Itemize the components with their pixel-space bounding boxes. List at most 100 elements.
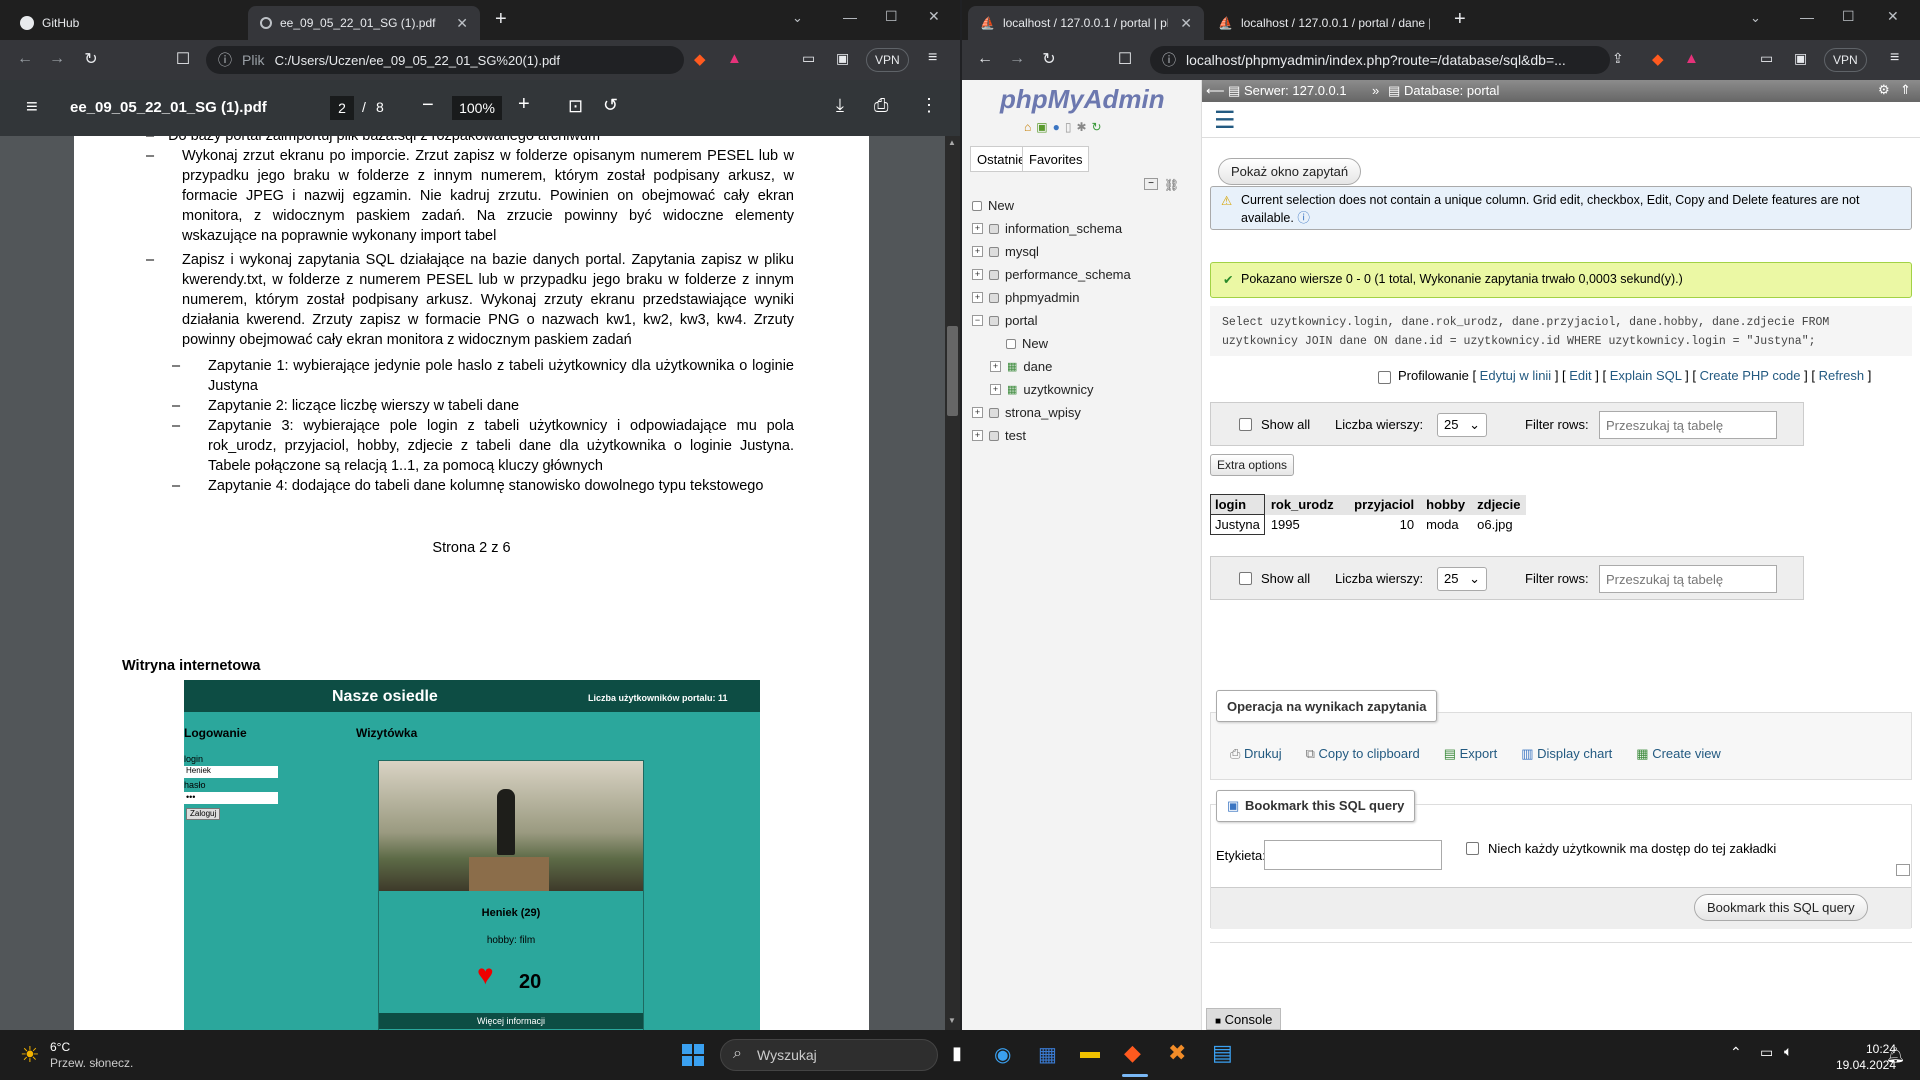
show-query-box-button[interactable]: Pokaż okno zapytań xyxy=(1218,158,1362,185)
bookmark-query-button[interactable]: Bookmark this SQL query xyxy=(1694,894,1868,921)
tab-pdf[interactable]: ee_09_05_22_01_SG (1).pdf ✕ xyxy=(248,6,480,40)
filter-rows-input[interactable]: Przeszukaj tą tabelę xyxy=(1599,411,1777,439)
tray-chevron-up-icon[interactable]: ⌃ xyxy=(1730,1044,1742,1061)
xampp-icon[interactable]: ✖ xyxy=(1168,1040,1186,1066)
weather-desc[interactable]: Przew. słonecz. xyxy=(50,1056,133,1070)
close-window-icon[interactable]: ✕ xyxy=(1887,8,1899,25)
chevron-down-icon[interactable]: ⌄ xyxy=(792,10,803,26)
logout-icon[interactable]: ▣ xyxy=(1036,120,1047,134)
reload-icon[interactable]: ↻ xyxy=(1034,49,1064,69)
rows-select[interactable]: 25 ⌄ xyxy=(1437,567,1487,591)
column-header[interactable]: rok_urodz xyxy=(1264,494,1339,515)
tree-db-phpmyadmin[interactable]: + phpmyadmin xyxy=(972,290,1079,305)
maximize-icon[interactable]: ☐ xyxy=(885,8,898,25)
new-tab-icon[interactable]: + xyxy=(495,8,507,31)
nav-back-icon[interactable]: ⟵ xyxy=(1206,83,1225,99)
print-icon[interactable]: ⎙ xyxy=(874,95,888,116)
brave-rewards-icon[interactable]: ▲ xyxy=(1684,50,1699,67)
wallet-icon[interactable]: ▣ xyxy=(836,50,849,67)
fit-page-icon[interactable]: ⊡ xyxy=(568,96,583,117)
task-view-icon[interactable]: ▮ xyxy=(952,1043,962,1064)
sidebar-icon[interactable]: ▭ xyxy=(802,50,815,67)
export-link[interactable]: ▤ Export xyxy=(1444,746,1498,762)
network-icon[interactable]: ▭ xyxy=(1760,1044,1773,1061)
close-tab-icon[interactable]: ✕ xyxy=(456,15,468,32)
scroll-to-top-icon[interactable] xyxy=(1896,864,1910,876)
back-icon[interactable]: ← xyxy=(10,50,40,68)
chevron-down-icon[interactable]: ⌄ xyxy=(1750,10,1761,26)
menu-icon[interactable]: ≡ xyxy=(1890,49,1899,67)
print-link[interactable]: ⎙ Drukuj xyxy=(1230,746,1282,762)
column-header[interactable]: przyjaciol xyxy=(1338,494,1421,515)
bookmark-icon[interactable]: ☐ xyxy=(168,49,198,69)
create-view-link[interactable]: ▦ Create view xyxy=(1636,746,1721,762)
edit-link[interactable]: Edit xyxy=(1569,368,1591,383)
settings-icon[interactable]: ✱ xyxy=(1076,120,1086,134)
show-all-checkbox[interactable] xyxy=(1239,572,1252,585)
console-tab[interactable]: ■ Console xyxy=(1206,1008,1282,1030)
create-php-link[interactable]: Create PHP code xyxy=(1700,368,1801,383)
forward-icon[interactable]: → xyxy=(42,50,72,68)
bookmark-label-input[interactable] xyxy=(1264,840,1442,870)
pdf-menu-icon[interactable]: ≡ xyxy=(26,96,38,119)
forward-icon[interactable]: → xyxy=(1002,50,1032,68)
tree-db-information-schema[interactable]: + information_schema xyxy=(972,221,1122,236)
wallet-icon[interactable]: ▣ xyxy=(1794,50,1807,67)
help-icon[interactable]: ⓘ xyxy=(1297,211,1310,225)
taskbar-search[interactable]: ⌕ Wyszukaj xyxy=(720,1039,938,1071)
filter-rows-input[interactable]: Przeszukaj tą tabelę xyxy=(1599,565,1777,593)
zoom-out-icon[interactable]: − xyxy=(422,94,434,117)
tree-db-mysql[interactable]: + mysql xyxy=(972,244,1039,259)
column-header[interactable]: hobby xyxy=(1420,494,1472,515)
close-tab-icon[interactable]: ✕ xyxy=(1180,15,1192,32)
vpn-button[interactable]: VPN xyxy=(1824,48,1867,72)
tree-new[interactable]: New xyxy=(972,198,1014,213)
scrollbar-thumb[interactable] xyxy=(947,326,958,416)
rotate-icon[interactable]: ↺ xyxy=(603,95,618,116)
tree-db-strona-wpisy[interactable]: + strona_wpisy xyxy=(972,405,1081,420)
tab-phpmyadmin-sql[interactable]: ⛵ localhost / 127.0.0.1 / portal | ph ✕ xyxy=(968,6,1204,40)
reload-nav-icon[interactable]: ↻ xyxy=(1092,120,1102,134)
display-chart-link[interactable]: ▥ Display chart xyxy=(1521,746,1612,762)
tab-github[interactable]: GitHub xyxy=(8,6,243,40)
bookmark-shared-checkbox[interactable] xyxy=(1466,842,1479,855)
tree-db-portal[interactable]: − portal xyxy=(972,313,1038,328)
tree-table-new[interactable]: New xyxy=(1006,336,1048,351)
minimize-icon[interactable]: — xyxy=(843,9,857,25)
nav-tab-favorites[interactable]: Favorites xyxy=(1022,146,1090,172)
breadcrumb-server[interactable]: Serwer: 127.0.0.1 xyxy=(1244,83,1347,98)
help-icon[interactable]: ● xyxy=(1053,120,1060,134)
close-window-icon[interactable]: ✕ xyxy=(928,8,940,25)
sidebar-icon[interactable]: ▭ xyxy=(1760,50,1773,67)
column-header[interactable]: zdjecie xyxy=(1471,494,1527,515)
brave-rewards-icon[interactable]: ▲ xyxy=(727,50,742,67)
collapse-all-icon[interactable]: − xyxy=(1144,178,1158,190)
clock-date[interactable]: 19.04.2024 xyxy=(1820,1058,1896,1072)
reload-icon[interactable]: ↻ xyxy=(76,49,106,69)
volume-icon[interactable]: 🔈︎ xyxy=(1784,1043,1792,1060)
menu-icon[interactable]: ≡ xyxy=(928,49,937,67)
pdf-scrollbar[interactable]: ▲ ▼ xyxy=(945,136,960,1030)
file-explorer-icon[interactable]: ▬ xyxy=(1080,1041,1100,1064)
tree-db-performance-schema[interactable]: + performance_schema xyxy=(972,267,1131,282)
link-icon[interactable]: ⛓ xyxy=(1164,178,1179,192)
address-bar[interactable]: ⓘ localhost/phpmyadmin/index.php?route=/… xyxy=(1150,46,1610,74)
notepad-icon[interactable]: ▤ xyxy=(1212,1040,1233,1066)
notification-bell-icon[interactable]: 🔔︎ xyxy=(1886,1046,1905,1064)
show-all-checkbox[interactable] xyxy=(1239,418,1252,431)
column-header[interactable]: login xyxy=(1210,494,1265,515)
pma-logo[interactable]: phpMyAdmin xyxy=(1000,84,1165,115)
brave-icon[interactable]: ◆ xyxy=(1124,1040,1141,1066)
settings-gear-icon[interactable]: ⚙ xyxy=(1878,82,1890,98)
copy-clipboard-link[interactable]: ⧉ Copy to clipboard xyxy=(1306,746,1420,762)
download-icon[interactable]: ⤓ xyxy=(836,95,844,116)
edge-icon[interactable]: ◉ xyxy=(994,1042,1011,1067)
tree-db-test[interactable]: + test xyxy=(972,428,1026,443)
brave-shield-icon[interactable]: ◆ xyxy=(694,50,706,68)
rows-select[interactable]: 25 ⌄ xyxy=(1437,413,1487,437)
inline-edit-link[interactable]: Edytuj w linii xyxy=(1480,368,1552,383)
windows-start-icon[interactable] xyxy=(682,1044,704,1066)
bookmark-icon[interactable]: ☐ xyxy=(1110,49,1140,69)
hamburger-icon[interactable]: ☰ xyxy=(1214,106,1236,135)
page-number-input[interactable]: 2 xyxy=(330,96,354,120)
